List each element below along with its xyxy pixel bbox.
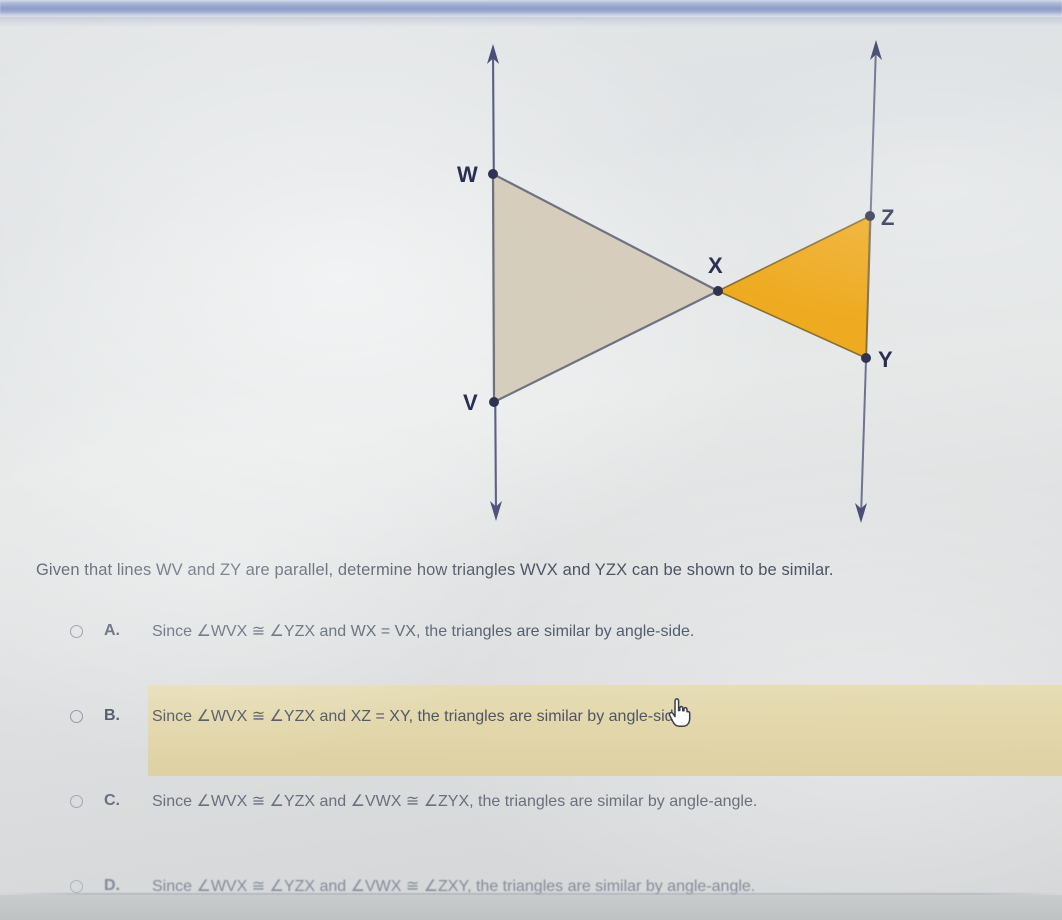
label-v: V [463,390,478,415]
option-text-a: Since ∠WVX ≅ ∠YZX and WX = VX, the trian… [152,623,695,640]
label-x: X [708,253,723,278]
label-z: Z [881,205,894,230]
question-prompt: Given that lines WV and ZY are parallel,… [36,561,834,579]
vertex-y [861,353,871,363]
triangle-wvx [491,172,720,404]
vertex-w [488,169,498,179]
answer-option-c[interactable]: C. Since ∠WVX ≅ ∠YZX and ∠VWX ≅ ∠ZYX, th… [0,781,1062,821]
radio-button-c[interactable] [70,794,83,808]
vertex-z [865,211,875,221]
label-y: Y [878,347,893,372]
option-text-c: Since ∠WVX ≅ ∠YZX and ∠VWX ≅ ∠ZYX, the t… [152,793,758,810]
screenshot-root: W V X Z Y Given that lines WV and ZY are… [0,0,1062,920]
label-w: W [457,162,478,187]
radio-button-b[interactable] [70,709,83,723]
vertex-v [489,397,499,407]
option-letter-a: A. [104,622,120,639]
vertex-x [713,286,723,296]
option-letter-b: B. [104,707,120,724]
triangle-yzx [717,215,871,359]
top-chrome-bar [0,0,1062,17]
option-text-b: Since ∠WVX ≅ ∠YZX and XZ = XY, the trian… [152,708,687,725]
answer-option-a[interactable]: A. Since ∠WVX ≅ ∠YZX and WX = VX, the tr… [0,611,1062,651]
option-letter-c: C. [104,792,120,809]
answer-option-b[interactable]: B. Since ∠WVX ≅ ∠YZX and XZ = XY, the tr… [0,696,1062,736]
radio-button-a[interactable] [70,624,83,638]
bottom-band [0,895,1062,920]
radio-button-d[interactable] [70,879,83,893]
geometry-figure: W V X Z Y [0,20,1062,530]
